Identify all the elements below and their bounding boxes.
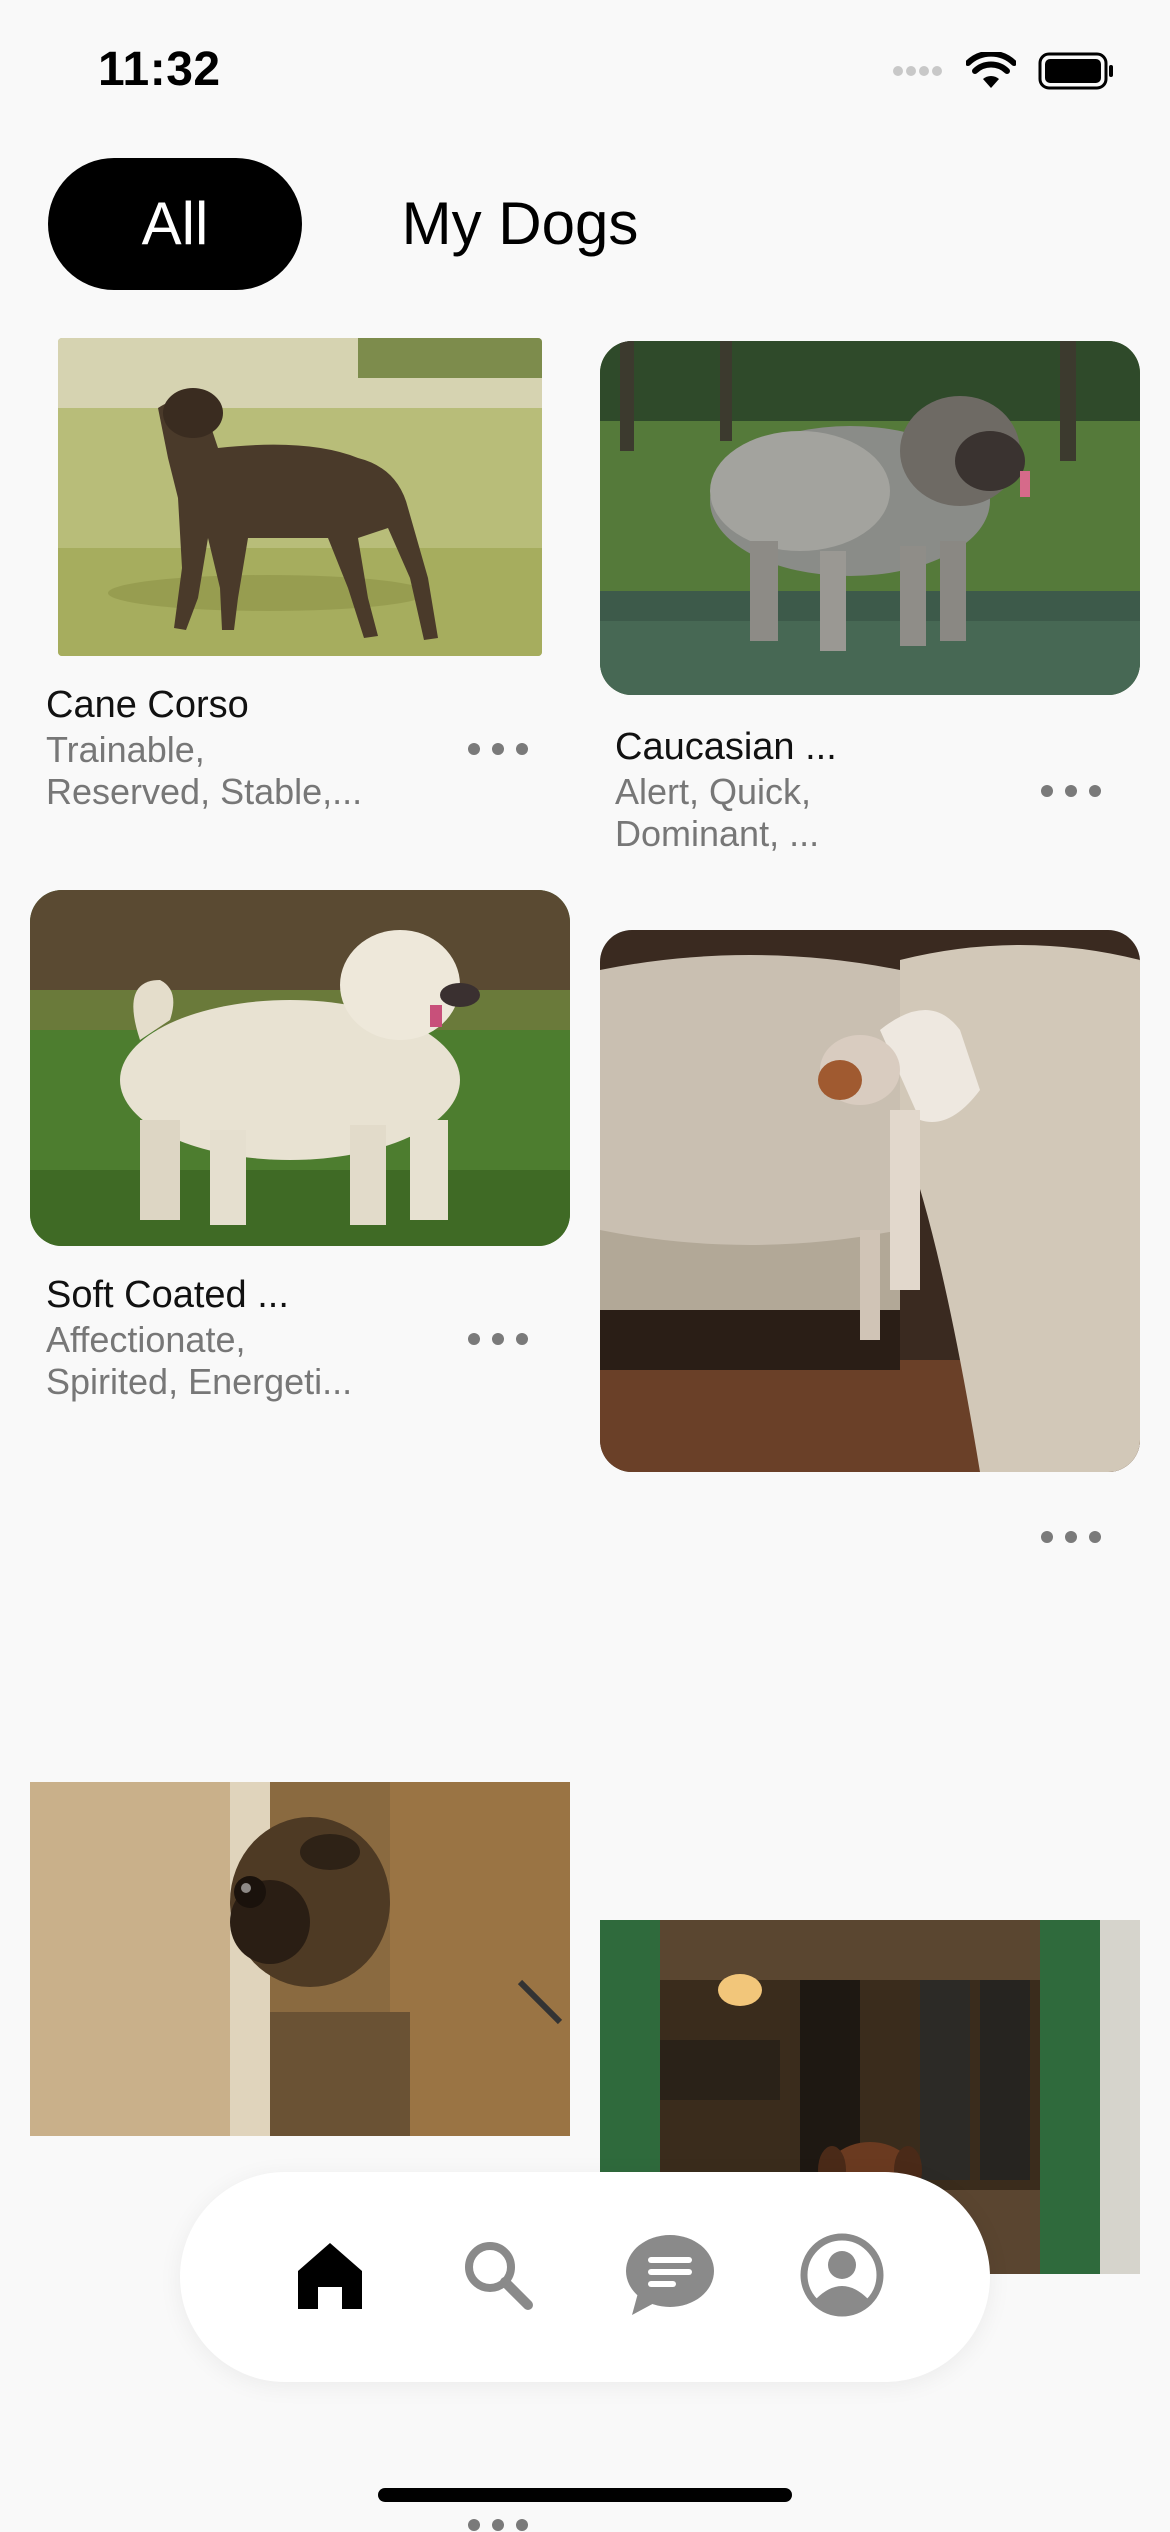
dog-card-caucasian[interactable]: Caucasian ... Alert, Quick, Dominant, ..… [585,308,1170,868]
dog-card-traits: Trainable, Reserved, Stable,... [46,729,363,812]
dog-card-title: Caucasian ... [615,726,837,768]
dog-card-traits: Affectionate, Spirited, Energeti... [46,1319,353,1402]
dog-card-cane-corso[interactable]: Cane Corso Trainable, Reserved, Stable,.… [0,308,585,828]
dot [1065,1531,1077,1543]
white-terrier-photo[interactable] [30,890,570,1246]
dot [1089,785,1101,797]
dot [1089,1531,1101,1543]
tab-all[interactable]: All [48,158,302,290]
more-options-button[interactable] [468,1324,528,1354]
dot [516,2519,528,2531]
profile-icon [800,2233,884,2322]
dot [468,2519,480,2531]
more-options-button[interactable] [468,734,528,764]
more-options-button[interactable] [1041,776,1101,806]
tab-my-dogs[interactable]: My Dogs [380,158,660,290]
dot [516,1333,528,1345]
home-icon [292,2237,368,2318]
nav-profile[interactable] [792,2227,892,2327]
nav-home[interactable] [280,2227,380,2327]
dog-card-soft-coated[interactable]: Soft Coated ... Affectionate, Spirited, … [0,858,585,1402]
signal-icon [892,61,944,86]
dot [1041,785,1053,797]
status-icons [892,50,1114,95]
dot [1041,1531,1053,1543]
battery-icon [1038,52,1114,95]
dog-card-pug[interactable] [0,1782,585,2182]
more-options-button[interactable] [468,2510,528,2532]
status-time: 11:32 [98,43,221,96]
nav-search[interactable] [448,2227,548,2327]
dog-card-traits: Alert, Quick, Dominant, ... [615,771,820,854]
dot [492,2519,504,2531]
fluffy-grey-dog-photo[interactable] [600,341,1140,695]
dot [516,743,528,755]
pug-peeking-photo[interactable] [30,1782,570,2136]
bottom-tab-bar [180,2172,990,2382]
more-options-button[interactable] [1041,1522,1101,1552]
dog-card-title: Soft Coated ... [46,1274,289,1316]
chihuahua-on-couch-photo[interactable] [600,930,1140,1472]
dot [1065,785,1077,797]
home-indicator [378,2488,792,2502]
brindle-dog-photo[interactable] [58,338,542,656]
dot [492,743,504,755]
dot [468,1333,480,1345]
search-icon [460,2237,536,2318]
chat-bubble-icon [624,2233,716,2322]
dot [468,743,480,755]
dot [492,1333,504,1345]
filter-tabs: All My Dogs [0,140,1170,308]
dog-card-title: Cane Corso [46,684,249,726]
nav-messages[interactable] [620,2227,720,2327]
wifi-icon [965,50,1017,95]
status-bar: 11:32 [0,0,1170,140]
dog-card-chihuahua[interactable] [585,898,1170,1658]
